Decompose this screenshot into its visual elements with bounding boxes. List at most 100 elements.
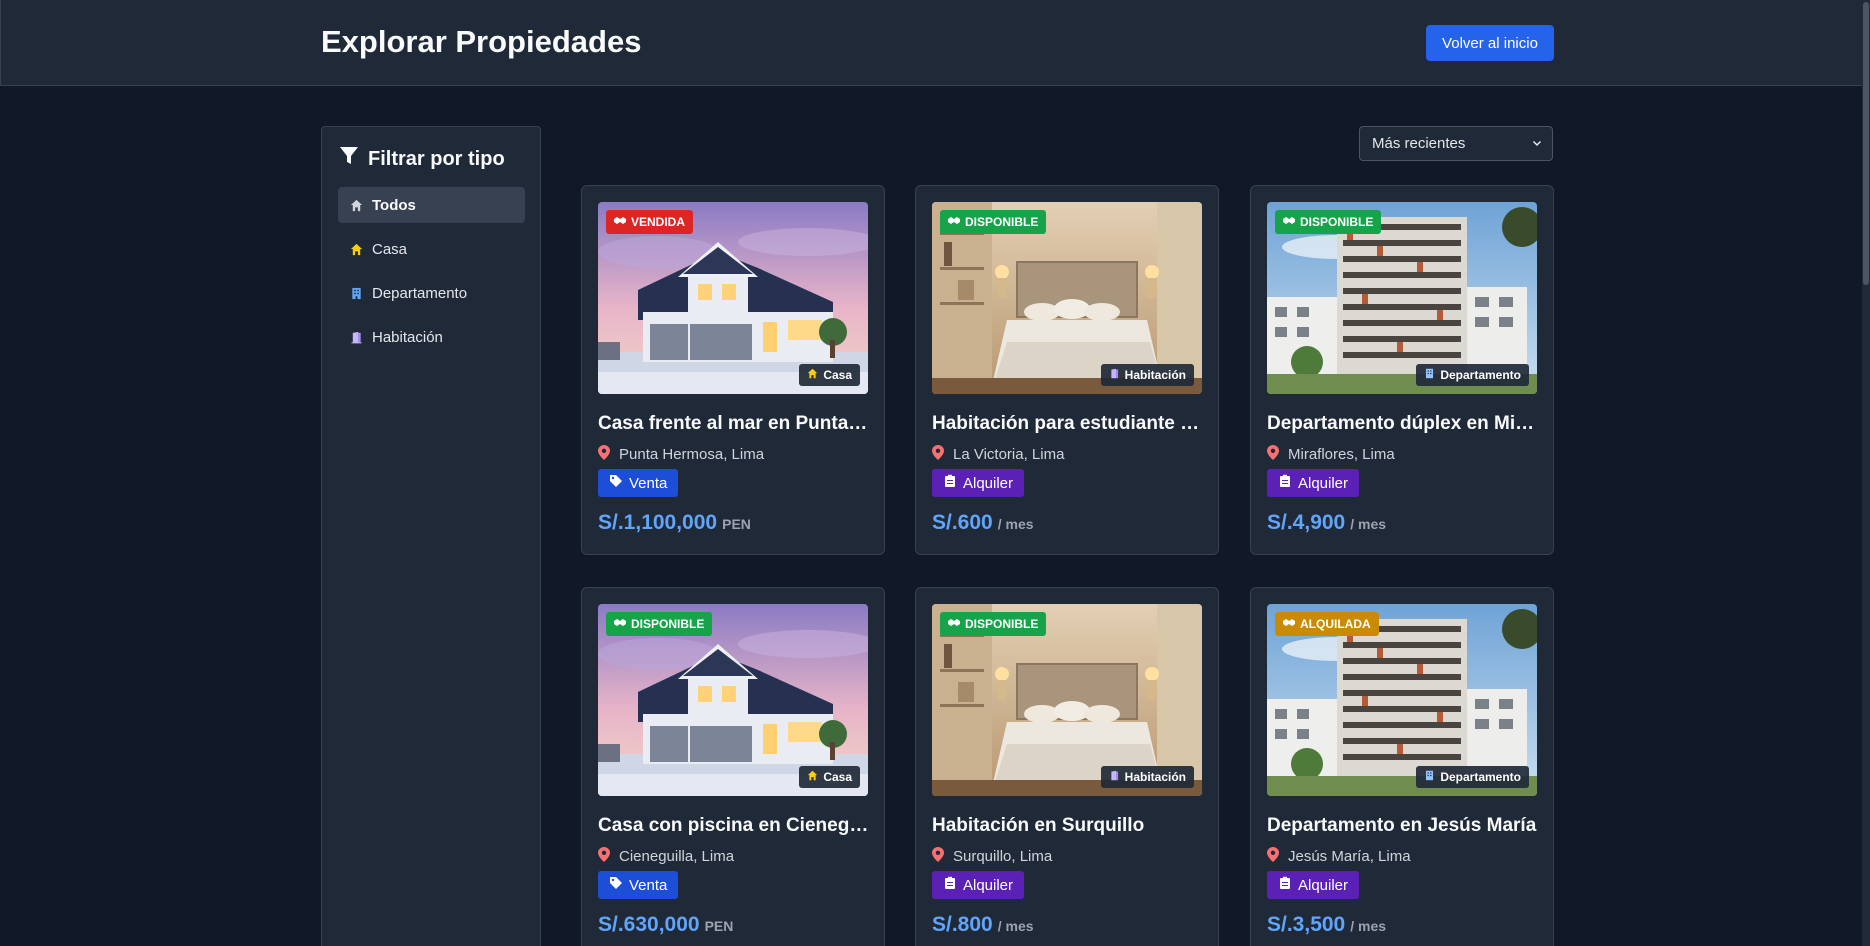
price-amount: S/.800: [932, 913, 993, 936]
sort-select[interactable]: Más recientes: [1359, 126, 1553, 161]
map-pin-icon: [598, 847, 610, 866]
building-icon: [349, 286, 363, 300]
property-image[interactable]: VENDIDA Casa: [598, 202, 868, 394]
house-icon: [807, 368, 818, 382]
price-suffix: PEN: [722, 516, 751, 532]
handshake-icon: [1283, 215, 1295, 229]
property-title[interactable]: Departamento dúplex en Miraflores: [1267, 413, 1539, 435]
type-label: Habitación: [1124, 368, 1186, 382]
type-badge: Departamento: [1416, 364, 1529, 386]
property-image[interactable]: DISPONIBLE Casa: [598, 604, 868, 796]
property-location: La Victoria, Lima: [932, 445, 1064, 464]
price-amount: S/.600: [932, 511, 993, 534]
price-amount: S/.1,100,000: [598, 511, 718, 534]
operation-badge: Alquiler: [932, 871, 1025, 899]
property-price: S/.3,500 / mes: [1267, 913, 1386, 937]
map-pin-icon: [932, 847, 944, 866]
property-card[interactable]: DISPONIBLE Habitación Habitación en Surq…: [915, 587, 1219, 946]
chevron-down-icon: [1532, 135, 1542, 152]
property-location: Miraflores, Lima: [1267, 445, 1395, 464]
operation-label: Alquiler: [963, 474, 1014, 492]
property-title[interactable]: Casa frente al mar en Punta Hermosa: [598, 413, 870, 435]
type-label: Habitación: [1124, 770, 1186, 784]
building-icon: [1424, 770, 1435, 784]
filter-item-label: Departamento: [372, 284, 468, 302]
property-price: S/.1,100,000 PEN: [598, 511, 751, 535]
property-title[interactable]: Habitación en Surquillo: [932, 815, 1204, 837]
price-suffix: / mes: [1350, 918, 1387, 934]
map-pin-icon: [1267, 445, 1279, 464]
sidebar-title: Filtrar por tipo: [368, 147, 505, 170]
property-location: Punta Hermosa, Lima: [598, 445, 764, 464]
property-card[interactable]: ALQUILADA Departamento Departamento en J…: [1250, 587, 1554, 946]
house-icon: [349, 242, 363, 256]
filter-sidebar: Filtrar por tipo Todos Casa Departamento…: [321, 126, 541, 946]
handshake-icon: [948, 215, 960, 229]
status-badge: VENDIDA: [606, 210, 694, 234]
clipboard-icon: [943, 474, 957, 492]
status-badge: DISPONIBLE: [940, 612, 1047, 636]
location-text: Punta Hermosa, Lima: [619, 446, 765, 463]
property-title[interactable]: Casa con piscina en Cieneguilla: [598, 815, 870, 837]
status-label: ALQUILADA: [1300, 617, 1371, 631]
property-price: S/.800 / mes: [932, 913, 1034, 937]
filter-item-casa[interactable]: Casa: [338, 231, 525, 267]
back-home-button[interactable]: Volver al inicio: [1426, 25, 1554, 61]
property-image[interactable]: DISPONIBLE Habitación: [932, 202, 1202, 394]
door-icon: [1109, 770, 1120, 784]
status-badge: DISPONIBLE: [606, 612, 713, 636]
price-suffix: / mes: [997, 918, 1034, 934]
property-price: S/.600 / mes: [932, 511, 1034, 535]
filter-item-label: Habitación: [372, 328, 443, 346]
sidebar-heading: Filtrar por tipo: [339, 146, 505, 172]
filter-item-todos[interactable]: Todos: [338, 187, 525, 223]
clipboard-icon: [1278, 876, 1292, 894]
price-suffix: PEN: [704, 918, 734, 934]
building-icon: [1424, 368, 1435, 382]
price-amount: S/.630,000: [598, 913, 700, 936]
type-label: Casa: [823, 770, 852, 784]
property-card[interactable]: DISPONIBLE Casa Casa con piscina en Cien…: [581, 587, 885, 946]
type-badge: Habitación: [1100, 364, 1194, 386]
property-image[interactable]: DISPONIBLE Departamento: [1267, 202, 1537, 394]
handshake-icon: [614, 617, 626, 631]
type-badge: Casa: [799, 766, 860, 788]
property-image[interactable]: ALQUILADA Departamento: [1267, 604, 1537, 796]
property-location: Cieneguilla, Lima: [598, 847, 734, 866]
map-pin-icon: [932, 445, 944, 464]
status-badge: DISPONIBLE: [940, 210, 1047, 234]
property-price: S/.4,900 / mes: [1267, 511, 1386, 535]
filter-icon: [339, 146, 359, 172]
status-badge: DISPONIBLE: [1275, 210, 1382, 234]
filter-item-departamento[interactable]: Departamento: [338, 275, 525, 311]
operation-label: Alquiler: [1298, 876, 1349, 894]
filter-item-label: Todos: [372, 196, 416, 214]
property-image[interactable]: DISPONIBLE Habitación: [932, 604, 1202, 796]
operation-badge: Venta: [598, 469, 679, 497]
operation-badge: Venta: [598, 871, 679, 899]
property-title[interactable]: Habitación para estudiante en La Victori…: [932, 413, 1204, 435]
type-label: Departamento: [1440, 368, 1521, 382]
house-icon: [807, 770, 818, 784]
price-amount: S/.4,900: [1267, 511, 1346, 534]
scrollbar-thumb[interactable]: [1863, 2, 1869, 285]
property-card[interactable]: VENDIDA Casa Casa frente al mar en Punta…: [581, 185, 885, 555]
status-label: DISPONIBLE: [1300, 215, 1374, 229]
status-badge: ALQUILADA: [1275, 612, 1379, 636]
handshake-icon: [948, 617, 960, 631]
handshake-icon: [614, 215, 626, 229]
filter-item-label: Casa: [372, 240, 408, 258]
location-text: Miraflores, Lima: [1288, 446, 1395, 463]
operation-label: Venta: [629, 876, 668, 894]
location-text: Cieneguilla, Lima: [619, 848, 735, 865]
scrollbar[interactable]: [1862, 0, 1870, 946]
property-card[interactable]: DISPONIBLE Departamento Departamento dúp…: [1250, 185, 1554, 555]
map-pin-icon: [1267, 847, 1279, 866]
operation-label: Alquiler: [963, 876, 1014, 894]
property-card[interactable]: DISPONIBLE Habitación Habitación para es…: [915, 185, 1219, 555]
price-suffix: / mes: [997, 516, 1034, 532]
filter-item-habitacion[interactable]: Habitación: [338, 319, 525, 355]
property-title[interactable]: Departamento en Jesús María: [1267, 815, 1539, 837]
type-label: Departamento: [1440, 770, 1521, 784]
map-pin-icon: [598, 445, 610, 464]
